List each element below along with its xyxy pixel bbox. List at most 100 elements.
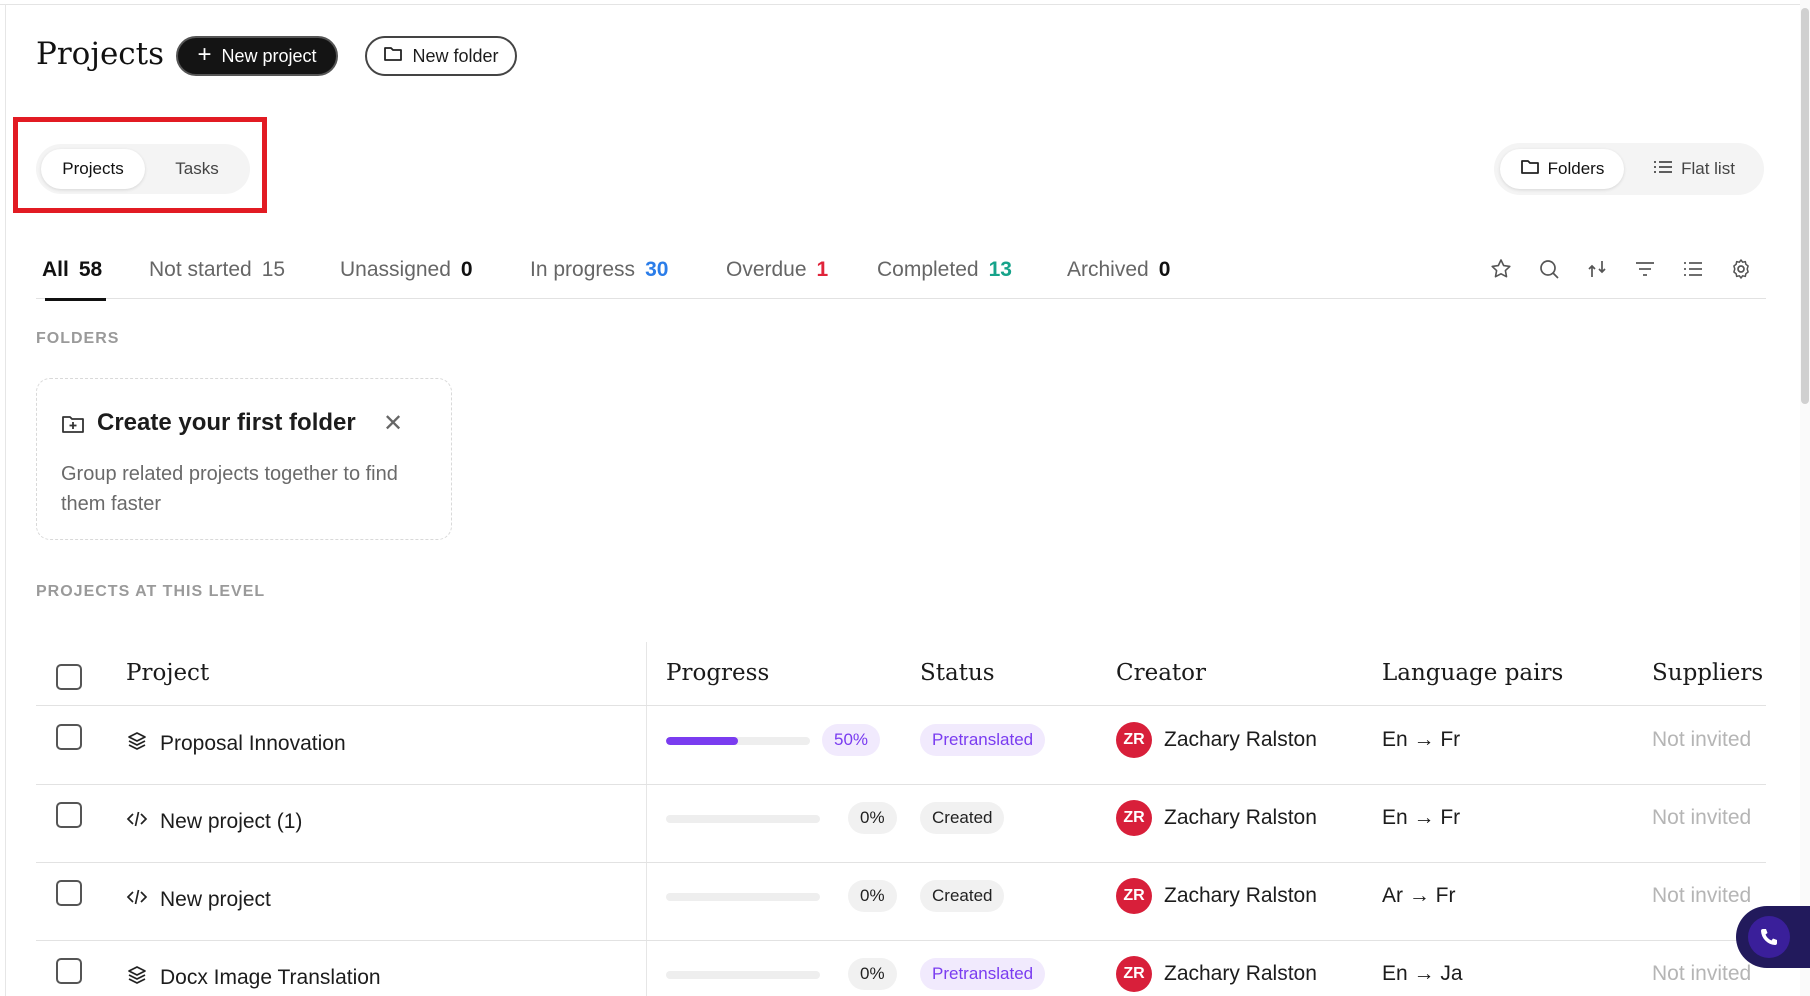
creator-name: Zachary Ralston bbox=[1164, 806, 1317, 829]
suppliers-status: Not invited bbox=[1652, 728, 1752, 751]
page-title: Projects bbox=[36, 36, 165, 72]
avatar: ZR bbox=[1116, 956, 1152, 992]
filter-tab-unassigned[interactable]: Unassigned 0 bbox=[340, 256, 473, 300]
filter-label: In progress bbox=[530, 258, 636, 281]
suppliers-status: Not invited bbox=[1652, 806, 1752, 829]
top-border bbox=[0, 0, 1800, 5]
filter-icon[interactable] bbox=[1632, 256, 1658, 282]
project-name-label: Proposal Innovation bbox=[160, 732, 346, 755]
filter-count: 0 bbox=[1158, 258, 1171, 281]
table-row[interactable]: New project (1) 0% Created ZR Zachary Ra… bbox=[36, 784, 1766, 862]
project-name[interactable]: Docx Image Translation bbox=[126, 964, 381, 992]
progress-percent: 50% bbox=[822, 724, 881, 756]
progress-percent: 0% bbox=[848, 880, 897, 912]
creator-name: Zachary Ralston bbox=[1164, 962, 1317, 985]
left-border bbox=[5, 4, 6, 996]
language-pair: En → Fr bbox=[1382, 728, 1461, 751]
layout-toggle: Folders Flat list bbox=[1494, 143, 1764, 195]
select-all-checkbox[interactable] bbox=[56, 664, 82, 690]
creator-name: Zachary Ralston bbox=[1164, 728, 1317, 751]
creator: ZR Zachary Ralston bbox=[1116, 956, 1317, 992]
filter-count: 30 bbox=[645, 258, 669, 281]
column-header-project[interactable]: Project bbox=[126, 660, 209, 686]
folders-view-label: Folders bbox=[1547, 159, 1605, 178]
create-folder-description: Group related projects together to find … bbox=[61, 463, 398, 515]
folder-icon bbox=[1520, 158, 1540, 181]
status-badge: Created bbox=[920, 880, 1005, 912]
column-header-language-pairs[interactable]: Language pairs bbox=[1382, 660, 1563, 686]
column-header-suppliers[interactable]: Suppliers bbox=[1652, 660, 1763, 686]
folder-icon bbox=[383, 45, 403, 68]
row-checkbox[interactable] bbox=[56, 724, 82, 750]
progress-bar bbox=[666, 815, 820, 823]
scrollbar[interactable] bbox=[1800, 0, 1810, 996]
table-row[interactable]: Proposal Innovation 50% Pretranslated ZR… bbox=[36, 706, 1766, 784]
folder-plus-icon bbox=[61, 413, 85, 440]
suppliers-status: Not invited bbox=[1652, 884, 1752, 907]
progress-bar bbox=[666, 737, 810, 745]
filter-tab-not-started[interactable]: Not started 15 bbox=[149, 256, 285, 300]
column-header-creator[interactable]: Creator bbox=[1116, 660, 1206, 686]
filter-tab-in-progress[interactable]: In progress 30 bbox=[530, 256, 668, 300]
flat-list-view-button[interactable]: Flat list bbox=[1630, 149, 1758, 189]
language-pair: En → Ja bbox=[1382, 962, 1463, 985]
filter-count: 0 bbox=[460, 258, 473, 281]
create-folder-title: Create your first folder bbox=[97, 409, 356, 436]
filter-label: Not started bbox=[149, 258, 252, 281]
close-icon[interactable]: ✕ bbox=[383, 409, 403, 438]
avatar: ZR bbox=[1116, 800, 1152, 836]
folders-view-button[interactable]: Folders bbox=[1500, 149, 1624, 189]
list-icon bbox=[1653, 159, 1673, 180]
column-header-status[interactable]: Status bbox=[920, 660, 995, 686]
filter-tab-all[interactable]: All 58 bbox=[42, 256, 107, 301]
project-name[interactable]: Proposal Innovation bbox=[126, 730, 346, 758]
filter-tab-completed[interactable]: Completed 13 bbox=[877, 256, 1012, 300]
language-pair: En → Fr bbox=[1382, 806, 1461, 829]
new-folder-button[interactable]: New folder bbox=[365, 36, 517, 76]
filter-count: 15 bbox=[261, 258, 286, 281]
row-checkbox[interactable] bbox=[56, 958, 82, 984]
filter-count: 13 bbox=[988, 258, 1012, 281]
tab-projects[interactable]: Projects bbox=[41, 149, 145, 189]
project-name[interactable]: New project (1) bbox=[126, 808, 302, 836]
filter-label: Archived bbox=[1067, 258, 1149, 281]
project-name-label: Docx Image Translation bbox=[160, 966, 381, 989]
table-row[interactable]: New project 0% Created ZR Zachary Ralsto… bbox=[36, 862, 1766, 940]
status-badge: Created bbox=[920, 802, 1005, 834]
language-pair: Ar → Fr bbox=[1382, 884, 1456, 907]
suppliers-status: Not invited bbox=[1652, 962, 1752, 985]
progress-percent: 0% bbox=[848, 802, 897, 834]
sort-icon[interactable] bbox=[1584, 256, 1610, 282]
creator: ZR Zachary Ralston bbox=[1116, 800, 1317, 836]
filter-label: Completed bbox=[877, 258, 979, 281]
list-icon[interactable] bbox=[1680, 256, 1706, 282]
filter-label: Unassigned bbox=[340, 258, 451, 281]
avatar: ZR bbox=[1116, 878, 1152, 914]
new-project-button[interactable]: + New project bbox=[176, 36, 338, 76]
avatar: ZR bbox=[1116, 722, 1152, 758]
creator: ZR Zachary Ralston bbox=[1116, 722, 1317, 758]
folders-section-label: FOLDERS bbox=[36, 330, 120, 347]
row-checkbox[interactable] bbox=[56, 802, 82, 828]
scrollbar-thumb[interactable] bbox=[1801, 8, 1809, 404]
search-icon[interactable] bbox=[1536, 256, 1562, 282]
project-name[interactable]: New project bbox=[126, 886, 271, 914]
star-icon[interactable] bbox=[1488, 256, 1514, 282]
tab-tasks[interactable]: Tasks bbox=[150, 149, 244, 189]
layers-icon bbox=[126, 964, 148, 992]
code-icon bbox=[126, 808, 148, 836]
table-row[interactable]: Docx Image Translation 0% Pretranslated … bbox=[36, 940, 1766, 996]
filter-tab-overdue[interactable]: Overdue 1 bbox=[726, 256, 828, 300]
phone-icon[interactable] bbox=[1748, 916, 1790, 958]
progress-fill bbox=[666, 737, 738, 745]
create-folder-card[interactable]: Create your first folder ✕ Group related… bbox=[36, 378, 452, 540]
filter-label: All bbox=[42, 258, 69, 281]
settings-icon[interactable] bbox=[1728, 256, 1754, 282]
projects-table: Project Progress Status Creator Language… bbox=[36, 642, 1766, 996]
support-call-widget[interactable] bbox=[1736, 906, 1810, 968]
project-name-label: New project bbox=[160, 888, 271, 911]
column-header-progress[interactable]: Progress bbox=[666, 660, 769, 686]
filter-tab-archived[interactable]: Archived 0 bbox=[1067, 256, 1170, 300]
creator: ZR Zachary Ralston bbox=[1116, 878, 1317, 914]
row-checkbox[interactable] bbox=[56, 880, 82, 906]
